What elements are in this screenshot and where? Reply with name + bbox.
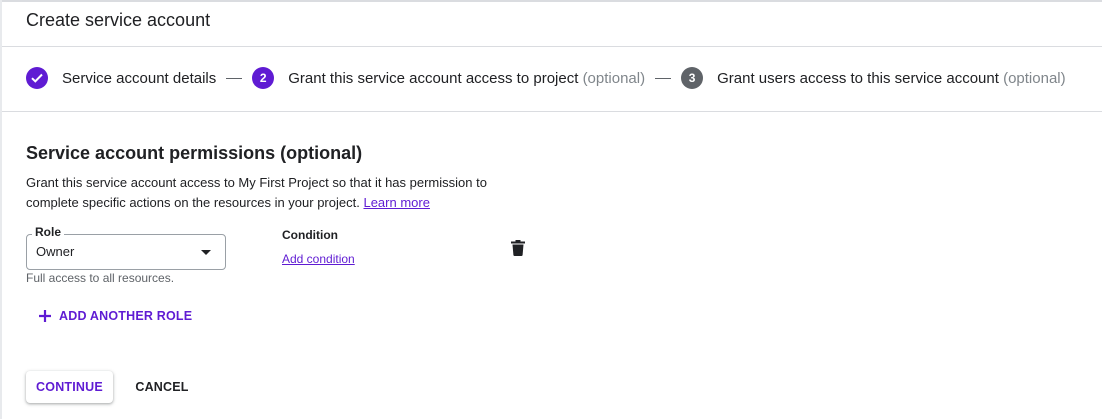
step-label: Grant this service account access to pro… — [288, 70, 645, 87]
step-number-badge: 3 — [681, 67, 704, 89]
step-label: Grant users access to this service accou… — [717, 70, 1066, 87]
add-another-role-button[interactable]: ADD ANOTHER ROLE — [38, 309, 192, 323]
role-field-label: Role — [32, 225, 65, 239]
step-grant-users-access[interactable]: 3 Grant users access to this service acc… — [681, 67, 1066, 89]
continue-button[interactable]: CONTINUE — [26, 371, 113, 403]
condition-label: Condition — [282, 228, 338, 242]
left-border — [0, 0, 2, 419]
stepper: Service account details 2 Grant this ser… — [26, 67, 1066, 89]
step-optional-tag: (optional) — [582, 69, 646, 87]
check-circle-icon — [26, 67, 48, 89]
step-number-badge: 2 — [252, 67, 275, 89]
role-hint: Full access to all resources. — [26, 271, 175, 285]
role-select-value: Owner — [36, 244, 75, 259]
top-border — [0, 0, 1102, 2]
stepper-divider — [2, 111, 1102, 112]
learn-more-link[interactable]: Learn more — [363, 195, 429, 210]
step-label: Service account details — [62, 69, 217, 87]
section-title: Service account permissions (optional) — [26, 143, 363, 163]
cancel-button[interactable]: CANCEL — [126, 371, 198, 403]
step-separator — [655, 77, 672, 79]
plus-icon — [39, 310, 51, 322]
step-service-account-details[interactable]: Service account details — [26, 67, 216, 89]
step-separator — [226, 77, 243, 79]
role-select[interactable]: Owner — [26, 234, 226, 270]
header-divider — [2, 46, 1102, 47]
chevron-down-icon — [201, 250, 211, 255]
page-title: Create service account — [26, 10, 211, 30]
step-optional-tag: (optional) — [1003, 69, 1066, 87]
add-another-role-label: ADD ANOTHER ROLE — [59, 309, 193, 323]
section-description: Grant this service account access to My … — [26, 173, 506, 213]
step-grant-project-access[interactable]: 2 Grant this service account access to p… — [252, 67, 645, 89]
add-condition-link[interactable]: Add condition — [282, 252, 355, 266]
step-label-text: Grant users access to this service accou… — [717, 69, 999, 87]
step-label-text: Grant this service account access to pro… — [288, 69, 579, 87]
trash-icon[interactable] — [511, 240, 525, 256]
